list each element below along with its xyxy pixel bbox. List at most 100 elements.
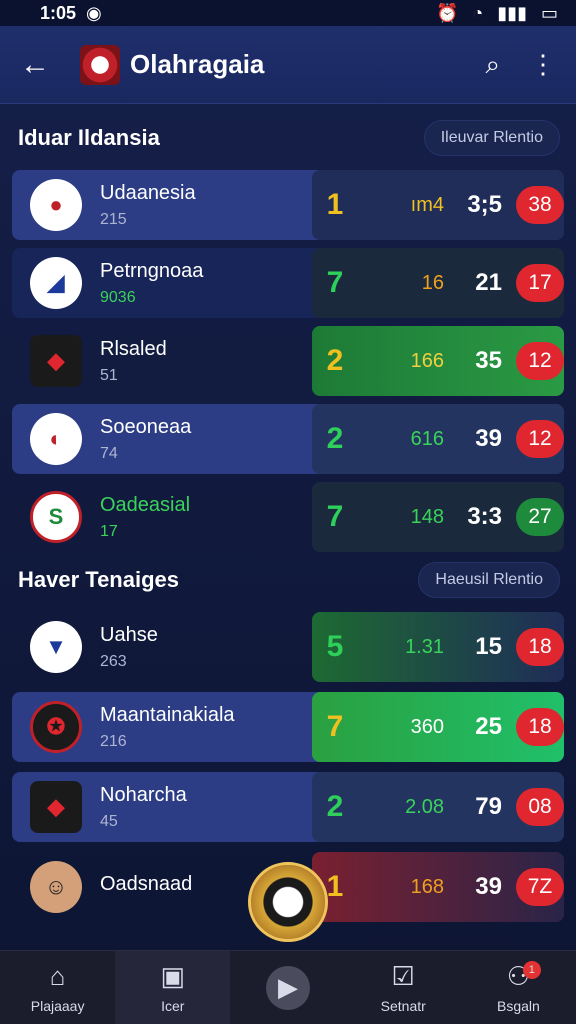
team-sub: 215 (100, 210, 127, 228)
section-header-2: Haver Tenaiges Haeusil Rlentio (0, 558, 576, 602)
team-row[interactable]: ▼ Uahse 263 5 1.31 15 18 (12, 612, 564, 682)
team-score: 3;5 (467, 191, 502, 218)
team-badge: 17 (516, 264, 564, 302)
team-row[interactable]: ◐ Soeoneaa 74 2 616 39 12 (12, 404, 564, 474)
team-stats: 2 2.08 79 08 (312, 772, 564, 842)
alarm-icon: ⏰ (435, 2, 459, 23)
nav-label: Setnatr (380, 998, 426, 1014)
team-points: 166 (410, 349, 444, 372)
home-icon: ⌂ (49, 961, 66, 991)
team-crest-icon: ✪ (30, 701, 82, 753)
center-play-icon: ▶ (266, 965, 310, 1010)
team-score: 79 (475, 793, 502, 820)
section-header-1: Iduar Ildansia Ileuvar Rlentio (0, 116, 576, 160)
section-filter-pill[interactable]: Ileuvar Rlentio (423, 120, 560, 156)
team-row[interactable]: ◆ Rlsaled 51 2 166 35 12 (12, 326, 564, 396)
nav-label: Bsgaln (497, 998, 540, 1014)
team-score: 39 (475, 425, 502, 452)
wifi-icon: ◔ (472, 2, 484, 23)
team-score: 15 (475, 633, 502, 660)
team-rank: 2 (326, 422, 344, 455)
more-menu-icon[interactable]: ⋮ (530, 49, 556, 81)
team-name: Udaanesia (100, 181, 196, 204)
cast-icon: ◉ (86, 2, 102, 23)
team-crest-icon: ▼ (30, 621, 82, 673)
team-crest-icon: ◆ (30, 781, 82, 833)
team-rank: 1 (326, 188, 344, 221)
team-points: 148 (410, 505, 444, 528)
nav-camera[interactable]: ▣ Icer (115, 951, 231, 1024)
team-row[interactable]: ✪ Maantainakiala 216 7 360 25 18 (12, 692, 564, 762)
team-badge: 18 (516, 628, 564, 666)
team-rank: 2 (326, 344, 344, 377)
team-sub: 51 (100, 366, 118, 384)
team-name: Maantainakiala (100, 703, 235, 726)
team-points: 2.08 (405, 795, 444, 818)
back-arrow-icon[interactable]: ← (20, 48, 60, 82)
nav-profile[interactable]: ⚇ Bsgaln 1 (461, 951, 576, 1024)
nav-label: Plajaaay (30, 998, 85, 1014)
team-points: 616 (410, 427, 444, 450)
team-badge: 27 (516, 498, 564, 536)
team-row[interactable]: ◢ Petrngnoaa 9036 7 16 21 17 (12, 248, 564, 318)
team-crest-icon: ◆ (30, 335, 82, 387)
nav-label: Icer (161, 998, 185, 1014)
team-name: Noharcha (100, 783, 187, 806)
team-score: 39 (475, 873, 502, 900)
team-stats: 2 616 39 12 (312, 404, 564, 474)
nav-center[interactable]: ▶ (230, 951, 345, 1024)
team-score: 35 (475, 347, 502, 374)
section-filter-pill[interactable]: Haeusil Rlentio (418, 562, 560, 598)
team-points: ım4 (410, 193, 444, 216)
team-sub: 45 (100, 812, 118, 830)
team-name: Uahse (100, 623, 158, 646)
team-stats: 1 168 39 7Z (312, 852, 564, 922)
team-sub: 74 (100, 444, 118, 462)
nav-home[interactable]: ⌂ Plajaaay (0, 951, 115, 1024)
team-sub: 17 (100, 522, 118, 540)
app-title: Olahragaia (130, 49, 265, 79)
section-title: Haver Tenaiges (18, 567, 180, 592)
team-rank: 2 (326, 790, 344, 823)
team-rank: 7 (326, 266, 344, 299)
app-logo (80, 44, 120, 85)
team-badge: 12 (516, 342, 564, 380)
team-score: 25 (475, 713, 502, 740)
team-badge: 7Z (516, 868, 564, 906)
search-icon[interactable]: ⌕ (485, 49, 500, 81)
team-name: Petrngnoaa (100, 259, 204, 282)
team-row[interactable]: S Oadeasial 17 7 148 3:3 27 (12, 482, 564, 552)
team-sub: 9036 (100, 288, 136, 306)
notification-badge: 1 (522, 961, 541, 979)
bottom-nav: ⌂ Plajaaay ▣ Icer ▶ ☑ Setnatr ⚇ Bsgaln 1 (0, 950, 576, 1024)
status-bar: 1:05 ◉ ⏰ ◔ ▮▮▮ ▭ (0, 0, 576, 26)
checklist-icon: ☑ (391, 961, 415, 991)
team-sub: 263 (100, 652, 127, 670)
team-stats: 1 ım4 3;5 38 (312, 170, 564, 240)
team-name: Oadeasial (100, 493, 191, 516)
team-points: 16 (421, 271, 444, 294)
team-rank: 7 (326, 500, 344, 533)
team-stats: 5 1.31 15 18 (312, 612, 564, 682)
team-crest-icon: ● (30, 179, 82, 231)
team-stats: 2 166 35 12 (312, 326, 564, 396)
team-name: Soeoneaa (100, 415, 192, 438)
nav-checklist[interactable]: ☑ Setnatr (346, 951, 461, 1024)
team-row[interactable]: ◆ Noharcha 45 2 2.08 79 08 (12, 772, 564, 842)
player-avatar: ☺ (30, 861, 82, 913)
team-stats: 7 148 3:3 27 (312, 482, 564, 552)
soccer-ball-badge-icon[interactable] (248, 862, 328, 942)
app-bar: ← Olahragaia ⌕ ⋮ (0, 26, 576, 104)
team-row[interactable]: ● Udaanesia 215 1 ım4 3;5 38 (12, 170, 564, 240)
team-crest-icon: ◢ (30, 257, 82, 309)
team-points: 168 (410, 875, 444, 898)
team-rank: 5 (326, 630, 344, 663)
team-points: 360 (410, 715, 444, 738)
team-stats: 7 360 25 18 (312, 692, 564, 762)
team-badge: 18 (516, 708, 564, 746)
team-badge: 38 (516, 186, 564, 224)
team-points: 1.31 (405, 635, 444, 658)
signal-icon: ▮▮▮ (497, 2, 527, 23)
team-stats: 7 16 21 17 (312, 248, 564, 318)
team-score: 21 (475, 269, 502, 296)
